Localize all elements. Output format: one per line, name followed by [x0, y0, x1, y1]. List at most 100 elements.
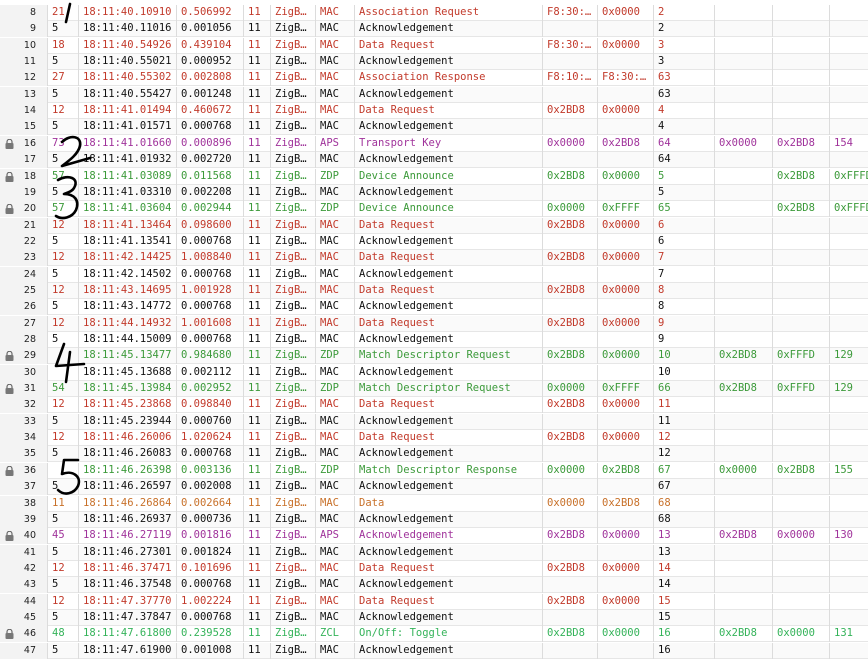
nwk-dest-cell [772, 119, 829, 136]
table-row[interactable]: 31 54 18:11:45.13984 0.002952 11 ZigB… ZDP Matc… [0, 381, 868, 398]
nwk-source-cell [714, 103, 772, 120]
table-row[interactable]: 32 12 18:11:45.23868 0.098840 11 ZigB… MAC Data… [0, 397, 868, 414]
layer-cell: MAC [315, 103, 354, 120]
radius-cell [829, 37, 868, 54]
mac-dest-cell: 0x0000 [597, 626, 653, 643]
table-row[interactable]: 39 5 18:11:46.26937 0.000736 11 ZigB… MAC Ackno… [0, 511, 868, 528]
length-cell: 12 [47, 217, 78, 234]
timestamp-cell: 18:11:40.11016 [78, 21, 176, 38]
packet-type-cell: Data Request [354, 593, 542, 610]
mac-dest-cell [597, 21, 653, 38]
packet-type-cell: Acknowledgement [354, 479, 542, 496]
radius-cell: 155 [829, 462, 868, 479]
row-index-cell: 41 [0, 544, 47, 561]
table-row[interactable]: 20 57 18:11:41.03604 0.002944 11 ZigB… ZDP Devi… [0, 201, 868, 218]
mac-source-cell: 0x2BD8 [542, 217, 597, 234]
table-row[interactable]: 47 5 18:11:47.61900 0.001008 11 ZigB… MAC Ackno… [0, 642, 868, 659]
table-row[interactable]: 27 12 18:11:44.14932 1.001608 11 ZigB… MAC Data… [0, 315, 868, 332]
protocol-cell: ZigB… [270, 544, 315, 561]
table-row[interactable]: 35 5 18:11:46.26083 0.000768 11 ZigB… MAC Ackno… [0, 446, 868, 463]
table-row[interactable]: 46 48 18:11:47.61800 0.239528 11 ZigB… ZCL On/O… [0, 626, 868, 643]
table-row[interactable]: 38 11 18:11:46.26864 0.002664 11 ZigB… MAC Data… [0, 495, 868, 512]
table-row[interactable]: 41 5 18:11:46.27301 0.001824 11 ZigB… MAC Ackno… [0, 544, 868, 561]
mac-dest-cell [597, 266, 653, 283]
table-row[interactable]: 30 18:11:45.13688 0.002112 11 ZigB… MAC Acknow… [0, 364, 868, 381]
table-row[interactable]: 19 5 18:11:41.03310 0.002208 11 ZigB… MAC Ackno… [0, 184, 868, 201]
table-row[interactable]: 37 5 18:11:46.26597 0.002008 11 ZigB… MAC Ackno… [0, 479, 868, 496]
table-row[interactable]: 43 5 18:11:46.37548 0.000768 11 ZigB… MAC Ackno… [0, 577, 868, 594]
layer-cell: MAC [315, 609, 354, 626]
channel-cell: 11 [243, 119, 270, 136]
radius-cell [829, 544, 868, 561]
duration-cell: 0.460672 [176, 103, 243, 120]
sequence-cell: 63 [653, 70, 714, 87]
nwk-source-cell [714, 544, 772, 561]
table-row[interactable]: 9 5 18:11:40.11016 0.001056 11 ZigB… MAC Acknow… [0, 21, 868, 38]
table-row[interactable]: 22 5 18:11:41.13541 0.000768 11 ZigB… MAC Ackno… [0, 233, 868, 250]
table-row[interactable]: 14 12 18:11:41.01494 0.460672 11 ZigB… MAC Data… [0, 103, 868, 120]
table-row[interactable]: 26 5 18:11:43.14772 0.000768 11 ZigB… MAC Ackno… [0, 299, 868, 316]
nwk-dest-cell [772, 233, 829, 250]
table-row[interactable]: 21 12 18:11:41.13464 0.098600 11 ZigB… MAC Data… [0, 217, 868, 234]
table-row[interactable]: 23 12 18:11:42.14425 1.008840 11 ZigB… MAC Data… [0, 250, 868, 267]
channel-cell: 11 [243, 217, 270, 234]
nwk-source-cell [714, 266, 772, 283]
table-row[interactable]: 15 5 18:11:41.01571 0.000768 11 ZigB… MAC Ackno… [0, 119, 868, 136]
nwk-dest-cell [772, 479, 829, 496]
nwk-source-cell [714, 70, 772, 87]
padlock-icon [4, 530, 15, 542]
table-row[interactable]: 45 5 18:11:47.37847 0.000768 11 ZigB… MAC Ackno… [0, 609, 868, 626]
table-row[interactable]: 42 12 18:11:46.37471 0.101696 11 ZigB… MAC Data… [0, 560, 868, 577]
table-row[interactable]: 13 5 18:11:40.55427 0.001248 11 ZigB… MAC Ackno… [0, 86, 868, 103]
mac-source-cell [542, 299, 597, 316]
table-row[interactable]: 29 18:11:45.13477 0.984680 11 ZigB… ZDP Match … [0, 348, 868, 365]
table-row[interactable]: 28 5 18:11:44.15009 0.000768 11 ZigB… MAC Ackno… [0, 332, 868, 348]
nwk-dest-cell [772, 397, 829, 414]
nwk-dest-cell [772, 332, 829, 348]
radius-cell: 129 [829, 381, 868, 398]
table-row[interactable]: 36 18:11:46.26398 0.003136 11 ZigB… ZDP Match … [0, 462, 868, 479]
layer-cell: ZCL [315, 626, 354, 643]
length-cell: 18 [47, 37, 78, 54]
table-row[interactable]: 40 45 18:11:46.27119 0.001816 11 ZigB… APS Ackn… [0, 528, 868, 545]
table-row[interactable]: 18 57 18:11:41.03089 0.011568 11 ZigB… ZDP Devi… [0, 168, 868, 185]
mac-source-cell [542, 609, 597, 626]
mac-dest-cell [597, 299, 653, 316]
channel-cell: 11 [243, 348, 270, 365]
table-row[interactable]: 8 21 18:11:40.10910 0.506992 11 ZigB… MAC Assoc… [0, 5, 868, 21]
nwk-source-cell [714, 364, 772, 381]
table-row[interactable]: 33 5 18:11:45.23944 0.000760 11 ZigB… MAC Ackno… [0, 413, 868, 430]
sequence-cell: 2 [653, 21, 714, 38]
protocol-cell: ZigB… [270, 184, 315, 201]
protocol-cell: ZigB… [270, 119, 315, 136]
channel-cell: 11 [243, 168, 270, 185]
table-row[interactable]: 25 12 18:11:43.14695 1.001928 11 ZigB… MAC Data… [0, 282, 868, 299]
table-row[interactable]: 10 18 18:11:40.54926 0.439104 11 ZigB… MAC Data… [0, 37, 868, 54]
table-row[interactable]: 16 73 18:11:41.01660 0.000896 11 ZigB… APS Tran… [0, 135, 868, 152]
duration-cell: 0.002112 [176, 364, 243, 381]
radius-cell [829, 184, 868, 201]
nwk-dest-cell [772, 86, 829, 103]
table-row[interactable]: 17 5 18:11:41.01932 0.002720 11 ZigB… MAC Ackno… [0, 152, 868, 169]
nwk-source-cell: 0x0000 [714, 462, 772, 479]
duration-cell: 0.098840 [176, 397, 243, 414]
mac-source-cell [542, 479, 597, 496]
layer-cell: MAC [315, 217, 354, 234]
sequence-cell: 4 [653, 103, 714, 120]
table-row[interactable]: 44 12 18:11:47.37770 1.002224 11 ZigB… MAC Data… [0, 593, 868, 610]
duration-cell: 0.002952 [176, 381, 243, 398]
protocol-cell: ZigB… [270, 21, 315, 38]
nwk-dest-cell: 0x2BD8 [772, 168, 829, 185]
packet-list[interactable]: 8 21 18:11:40.10910 0.506992 11 ZigB… MAC Assoc… [0, 0, 868, 659]
row-index-cell: 19 [0, 184, 47, 201]
table-row[interactable]: 11 5 18:11:40.55021 0.000952 11 ZigB… MAC Ackno… [0, 54, 868, 71]
duration-cell: 0.439104 [176, 37, 243, 54]
timestamp-cell: 18:11:43.14772 [78, 299, 176, 316]
layer-cell: MAC [315, 152, 354, 169]
table-row[interactable]: 24 5 18:11:42.14502 0.000768 11 ZigB… MAC Ackno… [0, 266, 868, 283]
channel-cell: 11 [243, 332, 270, 348]
protocol-cell: ZigB… [270, 168, 315, 185]
table-row[interactable]: 12 27 18:11:40.55302 0.002808 11 ZigB… MAC Asso… [0, 70, 868, 87]
table-row[interactable]: 34 12 18:11:46.26006 1.020624 11 ZigB… MAC Data… [0, 430, 868, 447]
length-cell: 5 [47, 299, 78, 316]
